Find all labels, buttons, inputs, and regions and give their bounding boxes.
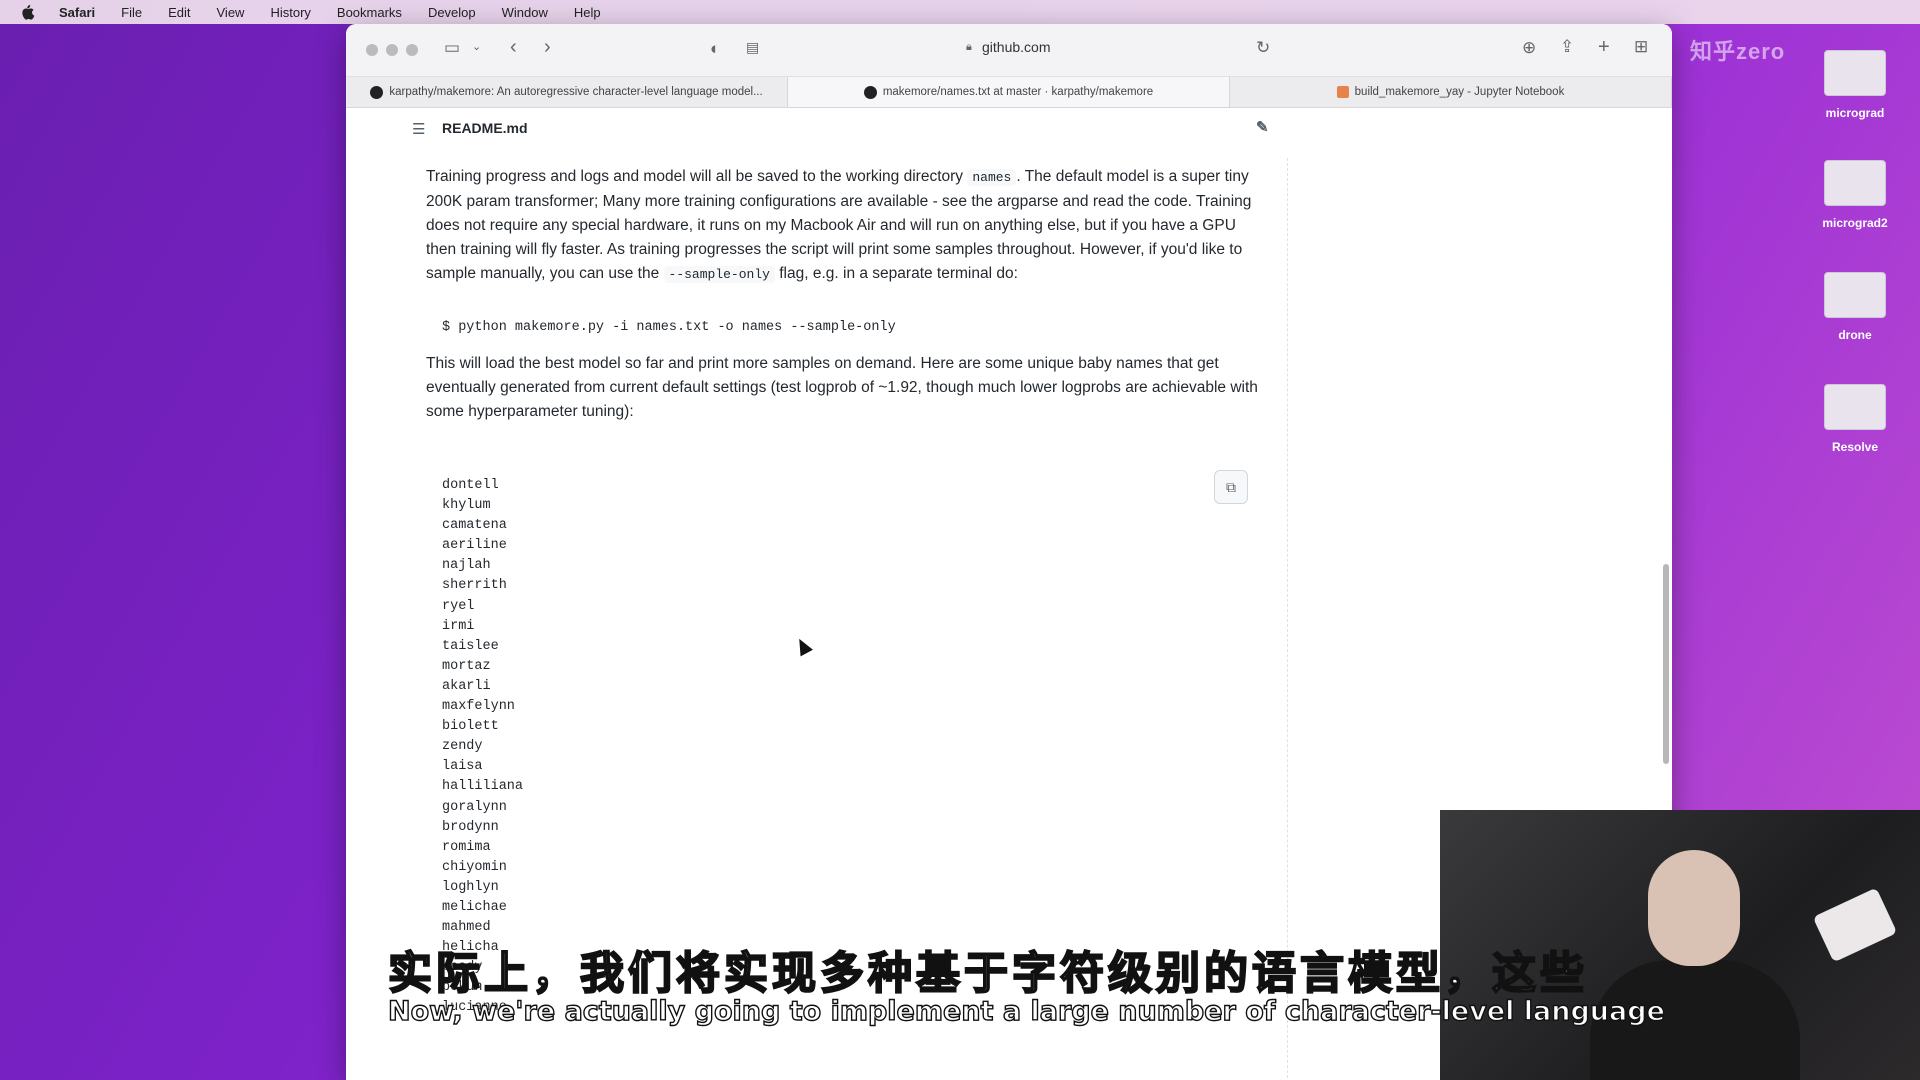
tab-makemore-repo[interactable]: karpathy/makemore: An autoregressive cha… [346,77,788,107]
tab-jupyter-notebook[interactable]: build_makemore_yay - Jupyter Notebook [1230,77,1672,107]
generated-name-line: ryel [442,598,475,614]
generated-name-line: melichae [442,899,507,915]
scrollbar[interactable] [1663,564,1669,764]
menu-file[interactable]: File [108,5,155,20]
outline-list-icon[interactable]: ☰ [412,120,425,138]
desktop-icon-label: drone [1838,328,1872,342]
desktop-icon-label: micrograd2 [1822,216,1888,230]
subtitle-english: Now, we're actually going to implement a… [387,995,1665,1027]
menu-safari[interactable]: Safari [46,5,108,20]
generated-name-line: loghlyn [442,879,499,895]
desktop-icon-label: micrograd [1825,106,1885,120]
presenter-head-shape [1648,850,1740,966]
back-button[interactable]: ‹ [510,36,517,59]
generated-name-line: goralynn [442,799,507,815]
minimize-window-button[interactable] [386,44,398,56]
generated-name-line: zendy [442,739,483,755]
window-controls [366,44,418,56]
generated-name-line: sherrith [442,578,507,594]
share-icon[interactable]: ⇪ [1560,37,1574,57]
edit-pencil-icon[interactable]: ✎ [1256,118,1269,136]
generated-name-line: brodynn [442,819,499,835]
tab-title: karpathy/makemore: An autoregressive cha… [389,86,763,98]
readme-header: ☰ README.md ✎ [346,108,1269,148]
desktop-icon-label: Resolve [1831,440,1879,454]
desktop-folder-drone[interactable]: drone [1800,272,1910,342]
sidebar-toggle-icon[interactable]: ▭ [444,38,460,58]
folder-thumbnail-icon [1824,272,1886,318]
folder-thumbnail-icon [1824,160,1886,206]
menu-bookmarks[interactable]: Bookmarks [324,5,415,20]
github-icon [370,85,384,99]
generated-name-line: maxfelynn [442,699,515,715]
readme-paragraph-samples: This will load the best model so far and… [426,355,1258,420]
command-code-block: $ python makemore.py -i names.txt -o nam… [442,320,896,335]
desktop-folder-micrograd2[interactable]: micrograd2 [1800,160,1910,230]
generated-name-line: biolett [442,719,499,735]
generated-name-line: camatena [442,518,507,534]
generated-name-line: halliliana [442,779,524,795]
menu-develop[interactable]: Develop [415,5,489,20]
generated-name-line: dontell [442,478,499,493]
new-tab-icon[interactable]: + [1598,36,1610,59]
desktop-folder-resolve[interactable]: Resolve [1800,384,1910,454]
folder-thumbnail-icon [1824,50,1886,96]
address-bar[interactable]: github.com [982,39,1050,55]
generated-name-line: irmi [442,618,475,634]
menu-window[interactable]: Window [489,5,561,20]
forward-button[interactable]: › [544,36,551,59]
readme-paragraph-training: Training progress and logs and model wil… [426,165,1266,287]
tab-names-txt[interactable]: makemore/names.txt at master · karpathy/… [788,77,1230,107]
shield-icon[interactable]: ◐ [710,39,720,59]
reload-icon[interactable]: ↻ [1256,38,1270,58]
menu-history[interactable]: History [257,5,323,20]
subtitle-chinese: 实际上，我们将实现多种基于字符级别的语言模型，这些 [387,947,1588,1000]
lamp-shape [1812,887,1898,963]
jupyter-icon [1336,86,1349,98]
chevron-down-icon[interactable]: ⌄ [472,40,481,53]
generated-name-line: taislee [442,638,499,654]
generated-name-line: najlah [442,558,491,574]
download-icon[interactable]: ⊕ [1522,38,1536,58]
menu-edit[interactable]: Edit [155,5,203,20]
generated-name-line: laisa [442,759,483,775]
readme-title: README.md [442,120,528,136]
copy-code-button[interactable]: ⧉ [1214,470,1248,504]
folder-thumbnail-icon [1824,384,1886,430]
generated-name-line: mortaz [442,658,491,674]
lock-icon: 🔒︎ [966,41,972,53]
menu-bar: Safari File Edit View History Bookmarks … [0,0,1920,24]
generated-name-line: chiyomin [442,859,507,875]
menu-help[interactable]: Help [561,5,614,20]
github-icon [863,85,877,99]
tab-title: build_makemore_yay - Jupyter Notebook [1354,86,1565,98]
generated-name-line: mahmed [442,920,491,936]
generated-name-line: akarli [442,678,491,694]
watermark: 知乎zero [1690,39,1786,64]
paragraph-text: Training progress and logs and model wil… [426,168,968,185]
paragraph-text: flag, e.g. in a separate terminal do: [774,265,1018,282]
close-window-button[interactable] [366,44,378,56]
inline-code: names [967,169,1017,186]
generated-name-line: khylum [442,498,491,514]
tab-bar: karpathy/makemore: An autoregressive cha… [346,77,1672,108]
apple-icon[interactable] [18,4,36,20]
generated-name-line: romima [442,839,491,855]
tab-overview-icon[interactable]: ⊞ [1634,37,1648,57]
menu-view[interactable]: View [204,5,258,20]
zoom-window-button[interactable] [406,44,418,56]
generated-name-line: aeriline [442,538,507,554]
inline-code: --sample-only [663,266,775,283]
browser-toolbar: ▭ ⌄ ‹ › ◐ ▤ 🔒︎ github.com ↻ ⊕ ⇪ + ⊞ [346,24,1672,77]
reader-icon[interactable]: ▤ [746,39,759,56]
desktop-folder-micrograd[interactable]: micrograd [1800,50,1910,120]
tab-title: makemore/names.txt at master · karpathy/… [882,86,1154,98]
